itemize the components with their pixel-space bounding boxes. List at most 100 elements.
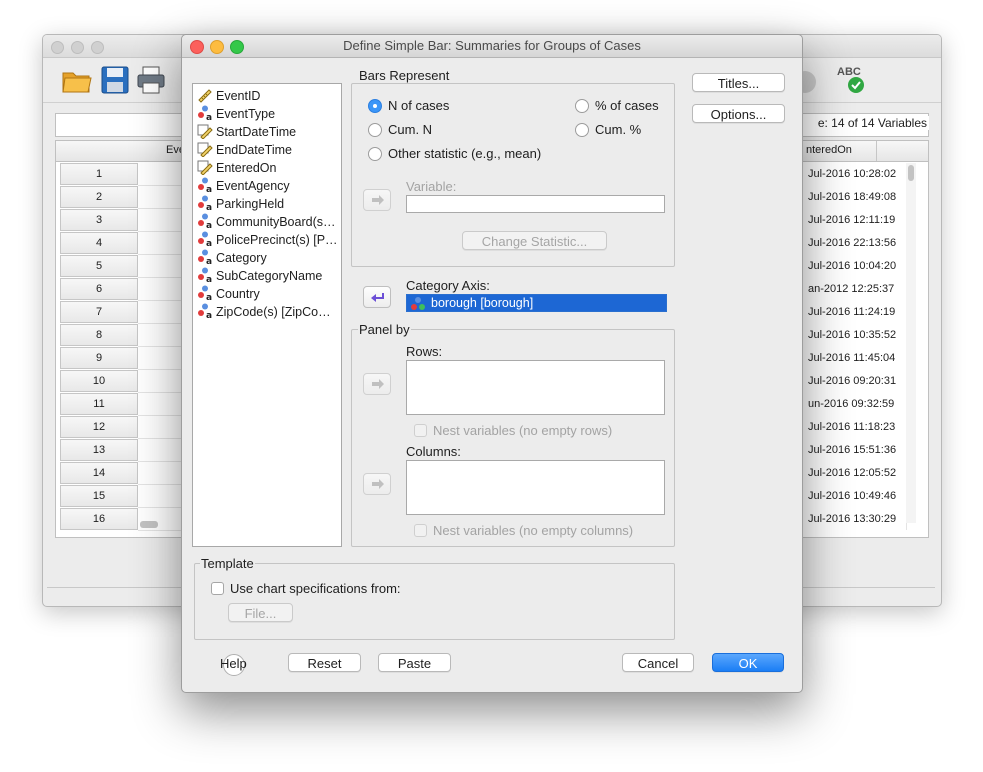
close-icon[interactable] [51, 41, 64, 54]
enteredon-cell[interactable]: Jul-2016 18:49:08 [808, 186, 906, 208]
radio-pct-of-cases[interactable] [575, 99, 589, 113]
nest-columns-checkbox[interactable] [414, 524, 427, 537]
variable-item-label: StartDateTime [216, 125, 297, 139]
rows-field[interactable] [406, 360, 665, 415]
maximize-icon[interactable] [230, 40, 244, 54]
ok-button[interactable]: OK [712, 653, 784, 672]
variable-item[interactable]: a Country [197, 285, 339, 303]
enteredon-cell[interactable]: Jul-2016 11:45:04 [808, 347, 906, 369]
row-header[interactable]: 4 [60, 232, 138, 254]
row-header[interactable]: 5 [60, 255, 138, 277]
date-ruler-icon [197, 124, 213, 139]
row-header[interactable]: 3 [60, 209, 138, 231]
columns-field[interactable] [406, 460, 665, 515]
horizontal-scrollbar-thumb[interactable] [140, 521, 158, 528]
save-icon[interactable] [99, 64, 131, 96]
variable-item[interactable]: a PolicePrecinct(s) [P… [197, 231, 339, 249]
move-to-category-axis-button[interactable] [363, 286, 391, 308]
nominal-string-icon: a [198, 285, 212, 301]
variable-item[interactable]: EnteredOn [197, 159, 339, 177]
enteredon-cell[interactable]: Jul-2016 10:35:52 [808, 324, 906, 346]
move-to-variable-button[interactable] [363, 189, 391, 211]
move-to-rows-button[interactable] [363, 373, 391, 395]
variable-item[interactable]: a ZipCode(s) [ZipCo… [197, 303, 339, 321]
cancel-button[interactable]: Cancel [622, 653, 694, 672]
radio-cum-pct[interactable] [575, 123, 589, 137]
enteredon-cell[interactable]: un-2016 09:32:59 [808, 393, 906, 415]
svg-text:a: a [206, 203, 212, 211]
row-header[interactable]: 16 [60, 508, 138, 530]
enteredon-cell[interactable]: Jul-2016 09:20:31 [808, 370, 906, 392]
nominal-string-icon: a [198, 195, 212, 211]
open-folder-icon[interactable] [61, 64, 93, 96]
variable-field[interactable] [406, 195, 665, 213]
change-statistic-button[interactable]: Change Statistic... [462, 231, 607, 250]
radio-pct-of-cases-label: % of cases [595, 98, 659, 113]
row-header[interactable]: 13 [60, 439, 138, 461]
variable-item[interactable]: EndDateTime [197, 141, 339, 159]
svg-text:a: a [206, 239, 212, 247]
row-header[interactable]: 11 [60, 393, 138, 415]
file-button[interactable]: File... [228, 603, 293, 622]
titles-button[interactable]: Titles... [692, 73, 785, 92]
variable-item[interactable]: a ParkingHeld [197, 195, 339, 213]
maximize-icon[interactable] [91, 41, 104, 54]
variable-item[interactable]: a EventType [197, 105, 339, 123]
print-icon[interactable] [135, 64, 167, 96]
variable-item-label: Country [216, 287, 260, 301]
paste-button[interactable]: Paste [378, 653, 451, 672]
row-header[interactable]: 12 [60, 416, 138, 438]
vertical-scrollbar[interactable] [906, 163, 916, 523]
row-header[interactable]: 14 [60, 462, 138, 484]
enteredon-cell[interactable]: Jul-2016 12:05:52 [808, 462, 906, 484]
row-header[interactable]: 2 [60, 186, 138, 208]
spellcheck-icon[interactable]: ABC [835, 62, 869, 96]
close-icon[interactable] [190, 40, 204, 54]
row-header[interactable]: 6 [60, 278, 138, 300]
enteredon-cell[interactable]: Jul-2016 15:51:36 [808, 439, 906, 461]
row-header[interactable]: 9 [60, 347, 138, 369]
category-axis-value: borough [borough] [431, 296, 534, 310]
variable-item[interactable]: a CommunityBoard(s… [197, 213, 339, 231]
enteredon-cell[interactable]: Jul-2016 11:24:19 [808, 301, 906, 323]
row-header[interactable]: 10 [60, 370, 138, 392]
reset-button[interactable]: Reset [288, 653, 361, 672]
variable-item[interactable]: EventID [197, 87, 339, 105]
enteredon-cell[interactable]: Jul-2016 11:18:23 [808, 416, 906, 438]
category-axis-field[interactable]: borough [borough] [406, 294, 667, 312]
enteredon-cell[interactable]: an-2012 12:25:37 [808, 278, 906, 300]
column-header-enteredon[interactable]: nteredOn [806, 144, 852, 156]
radio-cum-n[interactable] [368, 123, 382, 137]
minimize-icon[interactable] [210, 40, 224, 54]
radio-n-of-cases[interactable] [368, 99, 382, 113]
variable-list[interactable]: EventID a EventType StartDateTime EndDateTim… [192, 83, 342, 547]
enteredon-cell[interactable]: Jul-2016 12:11:19 [808, 209, 906, 231]
nominal-variable-icon [411, 297, 425, 310]
row-header[interactable]: 7 [60, 301, 138, 323]
variable-item-label: Category [216, 251, 267, 265]
row-header[interactable]: 1 [60, 163, 138, 185]
template-legend: Template [200, 556, 255, 571]
enteredon-cell[interactable]: Jul-2016 13:30:29 [808, 508, 906, 530]
nominal-string-icon: a [198, 105, 212, 121]
options-button[interactable]: Options... [692, 104, 785, 123]
enteredon-cell[interactable]: Jul-2016 10:04:20 [808, 255, 906, 277]
minimize-icon[interactable] [71, 41, 84, 54]
row-header[interactable]: 8 [60, 324, 138, 346]
variable-item[interactable]: a Category [197, 249, 339, 267]
nest-rows-checkbox[interactable] [414, 424, 427, 437]
move-to-columns-button[interactable] [363, 473, 391, 495]
variable-item[interactable]: a SubCategoryName [197, 267, 339, 285]
use-chart-spec-checkbox[interactable] [211, 582, 224, 595]
enteredon-cell[interactable]: Jul-2016 10:28:02 [808, 163, 906, 185]
row-header[interactable]: 15 [60, 485, 138, 507]
enteredon-cell[interactable]: Jul-2016 10:49:46 [808, 485, 906, 507]
nominal-string-icon: a [198, 177, 212, 193]
help-label: Help [220, 656, 247, 671]
variable-item[interactable]: a EventAgency [197, 177, 339, 195]
radio-other-statistic[interactable] [368, 147, 382, 161]
enteredon-cell[interactable]: Jul-2016 22:13:56 [808, 232, 906, 254]
variable-label: Variable: [406, 179, 457, 194]
variable-item[interactable]: StartDateTime [197, 123, 339, 141]
scrollbar-thumb[interactable] [908, 165, 914, 181]
